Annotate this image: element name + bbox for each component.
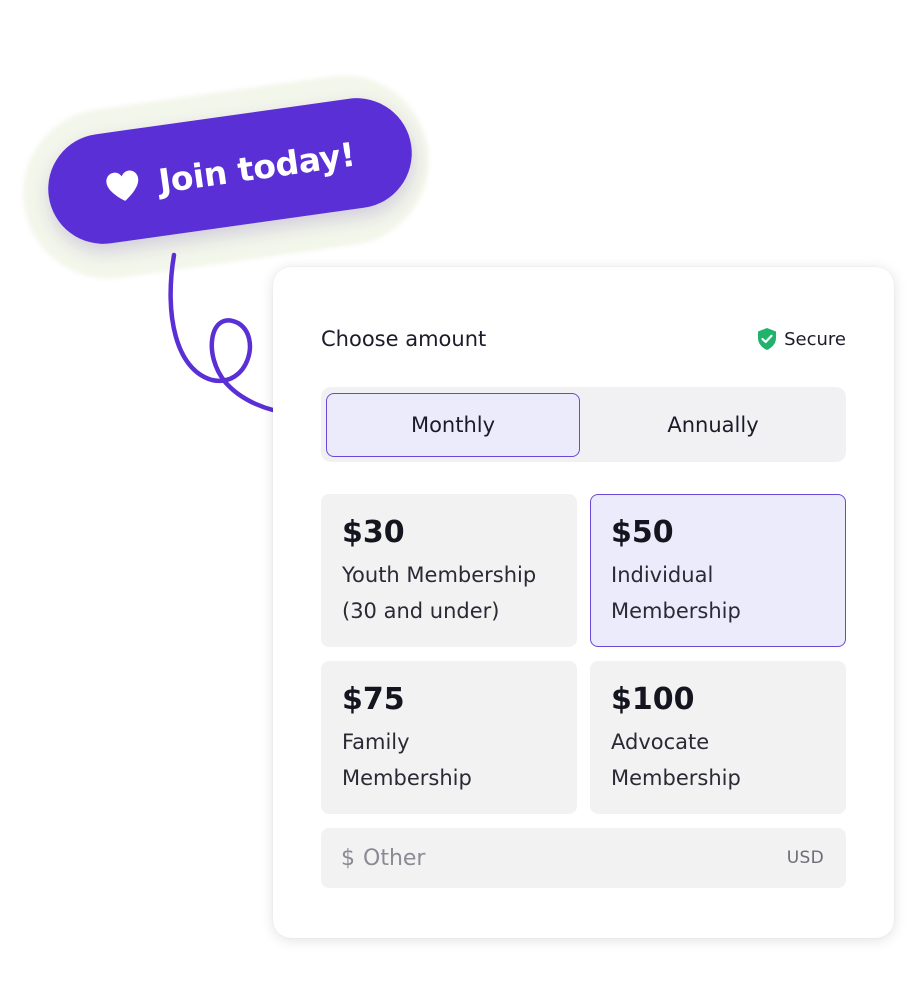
amount-price: $100	[611, 682, 695, 717]
tab-monthly[interactable]: Monthly	[326, 392, 580, 457]
amount-desc-line: Family	[342, 730, 410, 754]
join-today-label: Join today!	[156, 134, 358, 201]
amount-desc-line: Youth Membership	[342, 563, 537, 587]
frequency-toggle: Monthly Annually	[321, 387, 846, 462]
amount-description: Advocate Membership	[611, 724, 825, 796]
secure-badge: Secure	[756, 327, 846, 351]
amount-price: $75	[342, 682, 405, 717]
amount-price: $50	[611, 515, 674, 550]
amount-description: Family Membership	[342, 724, 556, 796]
amount-option-50[interactable]: $50 Individual Membership	[590, 494, 846, 647]
amount-desc-line: Membership	[611, 766, 741, 790]
amount-price: $30	[342, 515, 405, 550]
amount-desc-line: Individual	[611, 563, 714, 587]
heart-icon	[103, 168, 143, 205]
currency-label: USD	[786, 848, 824, 868]
amount-option-100[interactable]: $100 Advocate Membership	[590, 661, 846, 814]
amount-grid: $30 Youth Membership (30 and under) $50 …	[321, 494, 846, 814]
amount-option-30[interactable]: $30 Youth Membership (30 and under)	[321, 494, 577, 647]
dollar-sign-icon: $	[341, 845, 355, 871]
amount-desc-line: Membership	[611, 599, 741, 623]
amount-desc-line: Advocate	[611, 730, 710, 754]
amount-desc-line: (30 and under)	[342, 599, 500, 623]
amount-description: Individual Membership	[611, 557, 825, 629]
amount-option-75[interactable]: $75 Family Membership	[321, 661, 577, 814]
tab-annually[interactable]: Annually	[586, 393, 840, 457]
other-amount-left: $ Other	[341, 846, 425, 871]
stage: Join today! Choose amount Secure Monthly…	[0, 0, 911, 1001]
card-header: Choose amount Secure	[321, 327, 846, 351]
shield-check-icon	[756, 327, 778, 351]
other-amount-placeholder: Other	[363, 845, 426, 871]
amount-desc-line: Membership	[342, 766, 472, 790]
amount-description: Youth Membership (30 and under)	[342, 557, 556, 629]
other-amount-input[interactable]: $ Other USD	[321, 828, 846, 888]
card-title: Choose amount	[321, 327, 487, 351]
amount-card: Choose amount Secure Monthly Annually $3…	[273, 267, 894, 938]
secure-label: Secure	[784, 328, 846, 350]
